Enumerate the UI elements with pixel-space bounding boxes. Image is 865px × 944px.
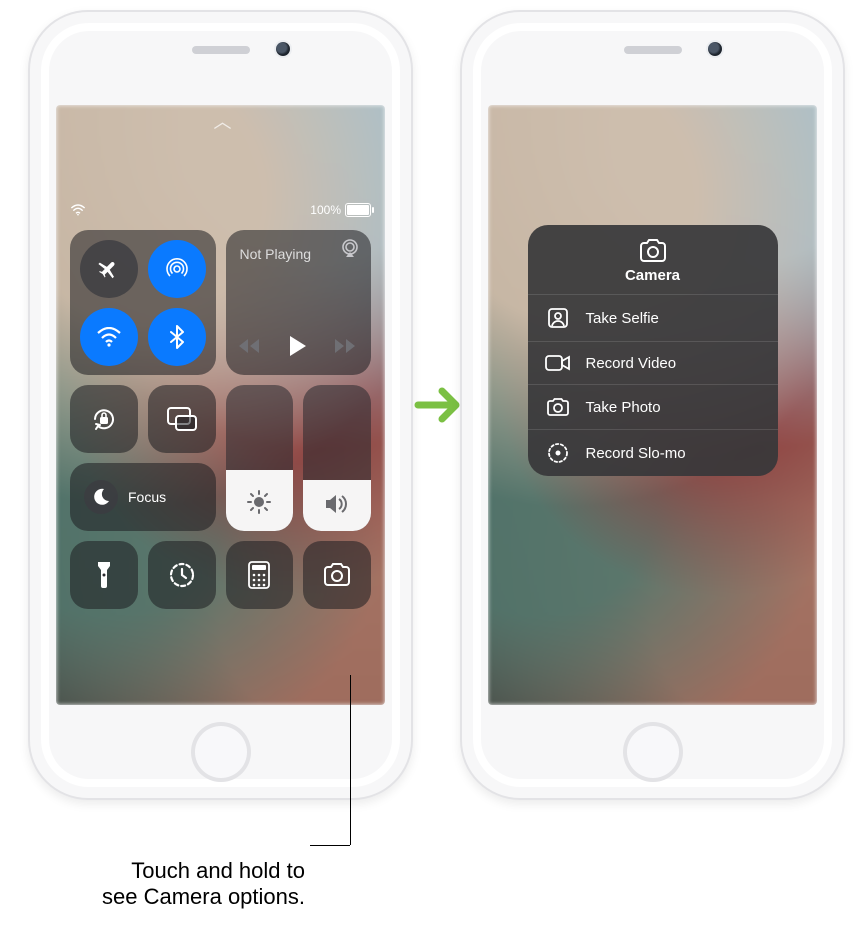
- timer-icon: [168, 561, 196, 589]
- camera-popup-header: Camera: [528, 225, 778, 294]
- airdrop-toggle[interactable]: [148, 240, 206, 298]
- wifi-status-icon: [70, 204, 86, 216]
- screen-mirroring-icon: [166, 406, 198, 432]
- front-camera-hw: [708, 42, 722, 56]
- action-record-video[interactable]: Record Video: [528, 341, 778, 384]
- focus-toggle[interactable]: Focus: [70, 463, 216, 531]
- ipod-left: ︿ 100%: [28, 10, 413, 800]
- forward-icon: [335, 338, 357, 354]
- action-take-photo[interactable]: Take Photo: [528, 384, 778, 429]
- battery-status: 100%: [310, 203, 371, 217]
- action-record-slomo[interactable]: Record Slo-mo: [528, 429, 778, 476]
- play-icon: [288, 335, 308, 357]
- forward-button[interactable]: [335, 338, 357, 354]
- flashlight-icon: [96, 560, 112, 590]
- rotation-lock-icon: [89, 404, 119, 434]
- timer-button[interactable]: [148, 541, 216, 609]
- callout-line2: see Camera options.: [102, 884, 305, 909]
- rewind-button[interactable]: [239, 338, 261, 354]
- media-card[interactable]: Not Playing: [226, 230, 372, 375]
- volume-slider[interactable]: [303, 385, 371, 531]
- camera-icon: [638, 239, 668, 263]
- video-icon: [545, 354, 571, 372]
- camera-popup-title: Camera: [625, 267, 680, 284]
- camera-button[interactable]: [303, 541, 371, 609]
- flashlight-button[interactable]: [70, 541, 138, 609]
- rewind-icon: [239, 338, 261, 354]
- action-take-selfie[interactable]: Take Selfie: [528, 294, 778, 341]
- moon-icon: [92, 488, 110, 506]
- chevron-up-icon[interactable]: ︿: [214, 108, 228, 134]
- volume-icon: [324, 493, 350, 515]
- connectivity-card[interactable]: [70, 230, 216, 375]
- camera-quick-actions: Camera Take Selfie: [528, 225, 778, 476]
- selfie-icon: [547, 307, 569, 329]
- brightness-icon: [246, 489, 272, 515]
- status-bar: 100%: [70, 200, 371, 220]
- home-button[interactable]: [623, 722, 683, 782]
- callout-leader: [350, 675, 351, 845]
- screen-left: ︿ 100%: [56, 105, 385, 705]
- calculator-icon: [248, 561, 270, 589]
- bluetooth-icon: [170, 325, 184, 349]
- photo-icon: [546, 397, 570, 417]
- action-label: Take Selfie: [586, 310, 659, 327]
- brightness-slider[interactable]: [226, 385, 294, 531]
- callout-text: Touch and hold to see Camera options.: [55, 858, 305, 911]
- play-button[interactable]: [288, 335, 308, 357]
- airplane-icon: [97, 257, 121, 281]
- screen-mirroring-toggle[interactable]: [148, 385, 216, 453]
- action-label: Record Video: [586, 355, 677, 372]
- speaker-grille: [624, 46, 682, 54]
- diagram-stage: ︿ 100%: [0, 0, 865, 944]
- control-center-grid: Not Playing: [70, 230, 371, 691]
- callout-line1: Touch and hold to: [131, 858, 305, 883]
- camera-icon: [322, 563, 352, 587]
- speaker-grille: [192, 46, 250, 54]
- ipod-right: Camera Take Selfie: [460, 10, 845, 800]
- control-center: ︿ 100%: [56, 105, 385, 705]
- action-label: Take Photo: [586, 399, 661, 416]
- action-label: Record Slo-mo: [586, 445, 686, 462]
- screen-right: Camera Take Selfie: [488, 105, 817, 705]
- callout-leader: [310, 845, 350, 846]
- rotation-lock-toggle[interactable]: [70, 385, 138, 453]
- bluetooth-toggle[interactable]: [148, 308, 206, 366]
- front-camera-hw: [276, 42, 290, 56]
- calculator-button[interactable]: [226, 541, 294, 609]
- home-button[interactable]: [191, 722, 251, 782]
- focus-label: Focus: [128, 489, 166, 505]
- airdrop-icon: [164, 256, 190, 282]
- arrow-right-icon: [414, 380, 464, 430]
- wifi-icon: [96, 327, 122, 347]
- wifi-toggle[interactable]: [80, 308, 138, 366]
- battery-percent: 100%: [310, 203, 341, 217]
- airplane-mode-toggle[interactable]: [80, 240, 138, 298]
- airplay-icon[interactable]: [339, 238, 361, 258]
- slomo-icon: [547, 442, 569, 464]
